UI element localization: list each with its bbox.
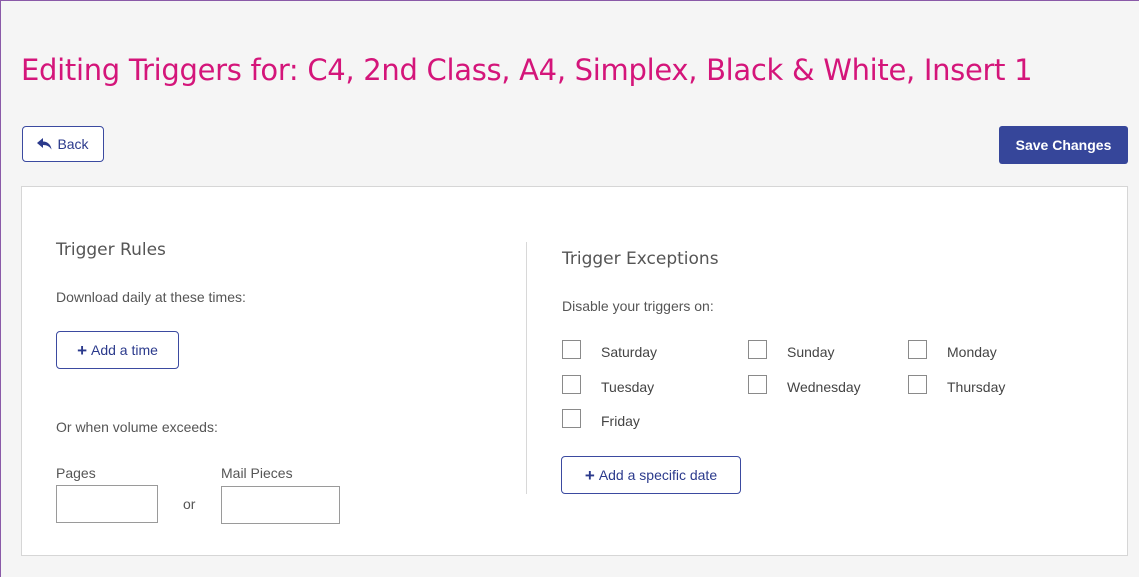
checkbox-thursday[interactable] [908,375,927,394]
mail-pieces-input[interactable] [221,486,340,524]
add-specific-date-button[interactable]: + Add a specific date [561,456,741,494]
day-label-thursday: Thursday [947,379,1006,395]
column-divider [526,242,527,494]
day-label-saturday: Saturday [601,344,658,360]
add-time-label: Add a time [91,342,158,358]
back-button[interactable]: Back [22,126,104,162]
checkbox-friday[interactable] [562,409,581,428]
add-time-button[interactable]: + Add a time [56,331,179,369]
checkbox-tuesday[interactable] [562,375,581,394]
daily-times-label: Download daily at these times: [56,289,246,305]
plus-icon: + [584,465,595,485]
save-changes-button[interactable]: Save Changes [999,126,1128,164]
volume-label: Or when volume exceeds: [56,419,218,435]
back-button-label: Back [57,136,89,152]
plus-icon: + [77,340,87,360]
trigger-rules-heading: Trigger Rules [56,240,166,260]
page-title: Editing Triggers for: C4, 2nd Class, A4,… [21,53,1033,87]
disable-label: Disable your triggers on: [562,298,714,314]
pages-input[interactable] [56,485,158,523]
checkbox-saturday[interactable] [562,340,581,359]
checkbox-wednesday[interactable] [748,375,767,394]
checkbox-monday[interactable] [908,340,927,359]
reply-arrow-icon [37,138,52,150]
checkbox-sunday[interactable] [748,340,767,359]
trigger-exceptions-heading: Trigger Exceptions [562,249,719,269]
add-date-label: Add a specific date [598,467,718,483]
day-label-tuesday: Tuesday [601,379,655,395]
day-label-monday: Monday [947,344,997,360]
day-label-sunday: Sunday [787,344,835,360]
day-label-wednesday: Wednesday [787,379,861,395]
pages-label: Pages [56,465,96,481]
or-label: or [183,496,196,512]
trigger-panel: Trigger Rules Download daily at these ti… [21,186,1128,556]
mail-pieces-label: Mail Pieces [221,465,293,481]
day-label-friday: Friday [601,413,640,429]
